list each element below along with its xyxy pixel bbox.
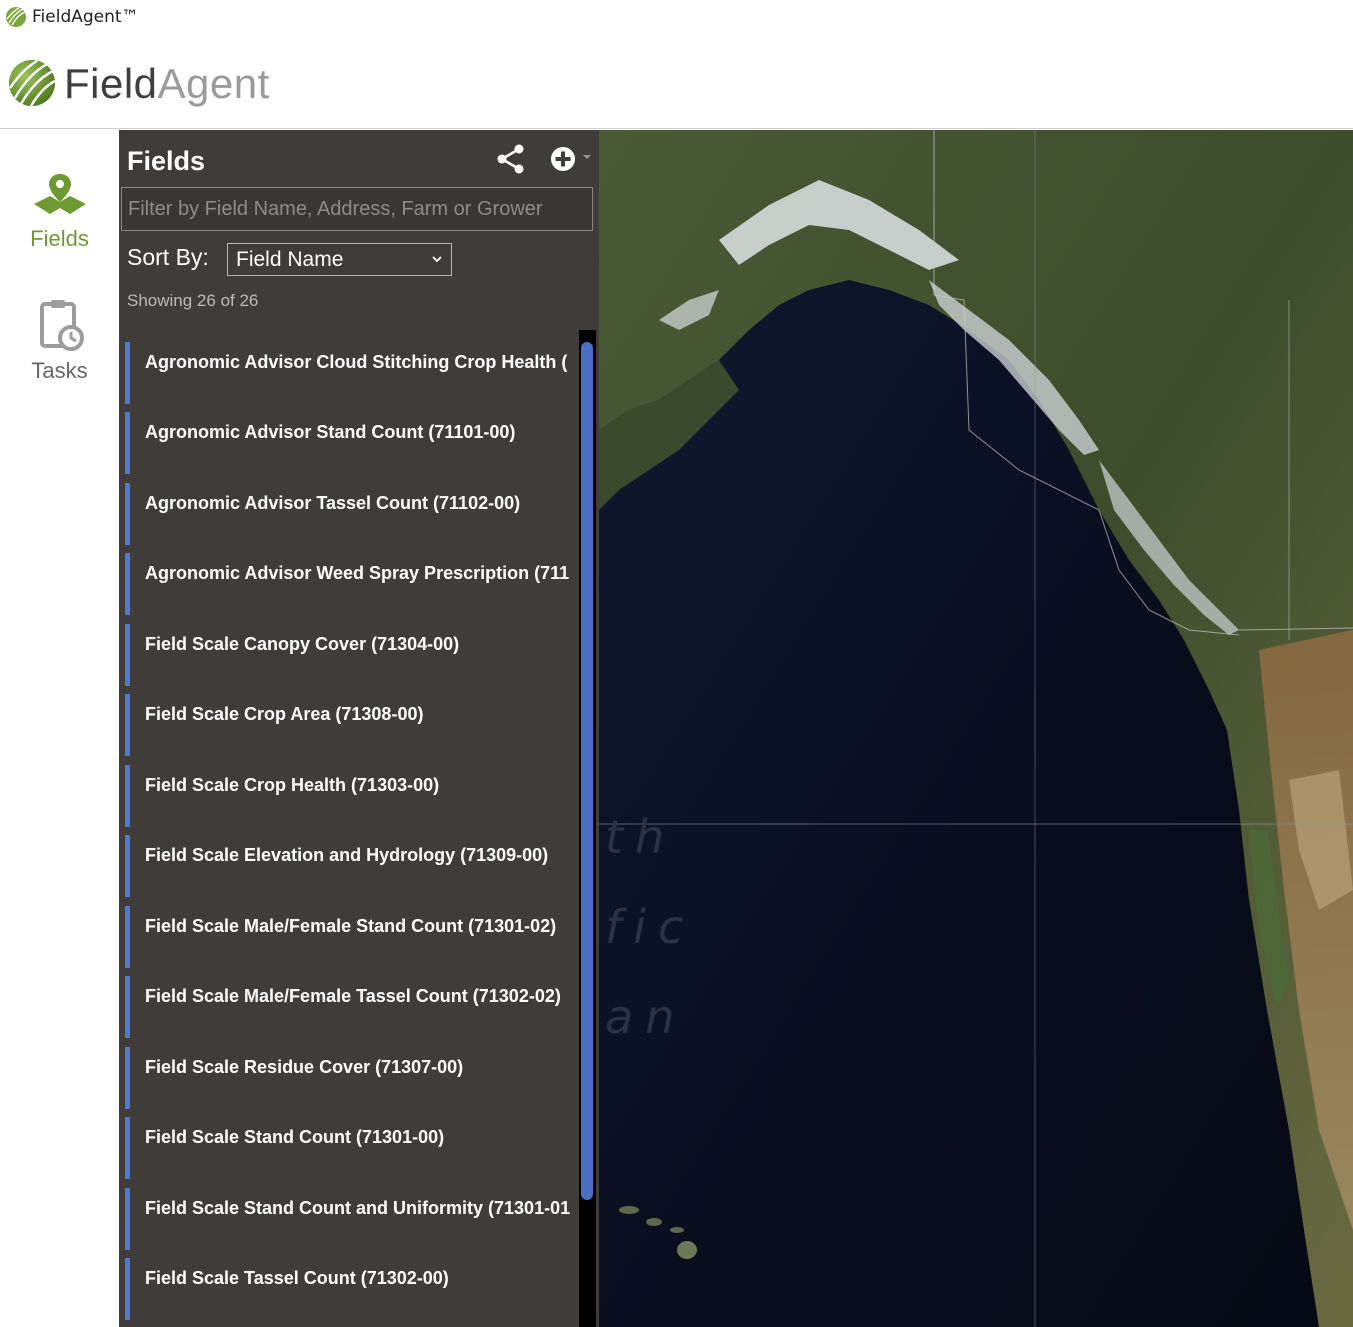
field-name: Field Scale Stand Count and Uniformity (… [145, 1198, 571, 1218]
nav-fields-label: Fields [30, 226, 89, 251]
nav-item-tasks[interactable]: Tasks [0, 298, 119, 384]
field-name: Agronomic Advisor Tassel Count (71102-00… [145, 493, 521, 513]
fieldagent-logo-icon [9, 59, 56, 107]
item-accent-bar [125, 483, 130, 545]
list-item[interactable]: Agronomic Advisor Weed Spray Prescriptio… [125, 553, 577, 615]
list-item[interactable]: Field Scale Male/Female Tassel Count (71… [125, 976, 577, 1038]
list-item[interactable]: Field Scale Tassel Count (71302-00) [125, 1258, 577, 1320]
clipboard-clock-icon [39, 300, 84, 351]
chevron-down-icon[interactable] [581, 152, 593, 162]
item-accent-bar [125, 835, 130, 897]
add-field-icon[interactable] [549, 145, 577, 173]
map-pin-icon [33, 174, 86, 214]
map-imagery [599, 130, 1353, 1327]
list-item[interactable]: Agronomic Advisor Stand Count (71101-00) [125, 412, 577, 474]
list-item[interactable]: Agronomic Advisor Cloud Stitching Crop H… [125, 342, 577, 404]
sort-select-value: Field Name [236, 248, 344, 271]
field-name: Agronomic Advisor Stand Count (71101-00) [145, 422, 516, 442]
list-item[interactable]: Agronomic Advisor Tassel Count (71102-00… [125, 483, 577, 545]
app-header: FieldAgent [0, 34, 1353, 129]
results-count: Showing 26 of 26 [127, 291, 259, 310]
item-accent-bar [125, 1117, 130, 1179]
item-accent-bar [125, 624, 130, 686]
list-item[interactable]: Field Scale Residue Cover (71307-00) [125, 1047, 577, 1109]
window-titlebar: FieldAgent™ [0, 0, 1353, 34]
list-item[interactable]: Field Scale Crop Health (71303-00) [125, 765, 577, 827]
item-accent-bar [125, 342, 130, 404]
item-accent-bar [125, 694, 130, 756]
map-ocean-label: an [605, 990, 687, 1044]
map-ocean-label: fic [605, 900, 696, 954]
item-accent-bar [125, 1258, 130, 1320]
item-accent-bar [125, 976, 130, 1038]
item-accent-bar [125, 412, 130, 474]
list-item[interactable]: Field Scale Stand Count and Uniformity (… [125, 1188, 577, 1250]
sort-select[interactable]: Field Name [227, 243, 452, 276]
field-name: Field Scale Male/Female Tassel Count (71… [145, 986, 561, 1006]
panel-title: Fields [127, 146, 206, 176]
item-accent-bar [125, 765, 130, 827]
sort-by-label: Sort By: [127, 244, 209, 270]
field-name: Field Scale Crop Area (71308-00) [145, 704, 424, 724]
field-name: Field Scale Stand Count (71301-00) [145, 1127, 445, 1147]
field-name: Field Scale Tassel Count (71302-00) [145, 1268, 449, 1288]
filter-input[interactable] [121, 187, 593, 231]
list-item[interactable]: Field Scale Male/Female Stand Count (713… [125, 906, 577, 968]
satellite-map[interactable]: th fic an [599, 130, 1353, 1327]
field-name: Field Scale Residue Cover (71307-00) [145, 1057, 464, 1077]
nav-item-fields[interactable]: Fields [0, 170, 119, 252]
list-item[interactable]: Field Scale Elevation and Hydrology (713… [125, 835, 577, 897]
field-name: Agronomic Advisor Weed Spray Prescriptio… [145, 563, 570, 583]
share-icon[interactable] [495, 143, 527, 175]
brand-logo-text: FieldAgent [64, 60, 270, 107]
list-item[interactable]: Field Scale Crop Area (71308-00) [125, 694, 577, 756]
fields-panel: Fields Sort By: Field Name Showing 26 of… [119, 130, 599, 1327]
field-name: Field Scale Crop Health (71303-00) [145, 775, 440, 795]
field-name: Field Scale Elevation and Hydrology (713… [145, 845, 549, 865]
list-item[interactable]: Field Scale Stand Count (71301-00) [125, 1117, 577, 1179]
app-logo-icon [6, 7, 26, 27]
item-accent-bar [125, 1188, 130, 1250]
item-accent-bar [125, 1047, 130, 1109]
list-item[interactable]: Field Scale Canopy Cover (71304-00) [125, 624, 577, 686]
scrollbar-thumb[interactable] [581, 342, 593, 1200]
item-accent-bar [125, 553, 130, 615]
field-name: Field Scale Male/Female Stand Count (713… [145, 916, 557, 936]
left-nav: Fields Tasks [0, 130, 119, 1327]
field-name: Agronomic Advisor Cloud Stitching Crop H… [145, 352, 568, 372]
map-ocean-label: th [605, 810, 677, 864]
window-title: FieldAgent™ [32, 7, 139, 27]
nav-tasks-label: Tasks [31, 358, 88, 383]
fields-list: Agronomic Advisor Cloud Stitching Crop H… [119, 340, 579, 1327]
field-name: Field Scale Canopy Cover (71304-00) [145, 634, 460, 654]
item-accent-bar [125, 906, 130, 968]
chevron-down-icon [432, 256, 442, 263]
